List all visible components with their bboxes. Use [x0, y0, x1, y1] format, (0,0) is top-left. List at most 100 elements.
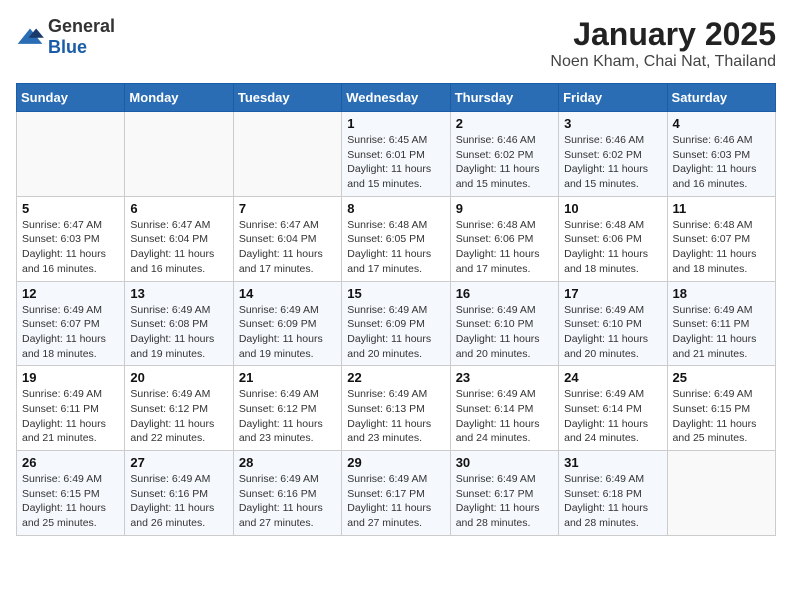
day-number: 17 [564, 286, 661, 301]
day-info: Sunrise: 6:49 AM Sunset: 6:16 PM Dayligh… [239, 472, 336, 531]
day-info: Sunrise: 6:49 AM Sunset: 6:18 PM Dayligh… [564, 472, 661, 531]
calendar-week-row: 1 Sunrise: 6:45 AM Sunset: 6:01 PM Daylig… [17, 112, 776, 197]
day-info: Sunrise: 6:49 AM Sunset: 6:12 PM Dayligh… [130, 387, 227, 446]
calendar-cell: 9 Sunrise: 6:48 AM Sunset: 6:06 PM Daylig… [450, 196, 558, 281]
calendar-cell: 11 Sunrise: 6:48 AM Sunset: 6:07 PM Dayli… [667, 196, 775, 281]
calendar-week-row: 26 Sunrise: 6:49 AM Sunset: 6:15 PM Dayli… [17, 451, 776, 536]
calendar-cell: 30 Sunrise: 6:49 AM Sunset: 6:17 PM Dayli… [450, 451, 558, 536]
logo: General Blue [16, 16, 115, 58]
day-info: Sunrise: 6:48 AM Sunset: 6:07 PM Dayligh… [673, 218, 770, 277]
calendar-cell: 22Sunrise: 6:49 AM Sunset: 6:13 PM Dayli… [342, 366, 450, 451]
day-info: Sunrise: 6:46 AM Sunset: 6:02 PM Dayligh… [456, 133, 553, 192]
calendar-cell: 21 Sunrise: 6:49 AM Sunset: 6:12 PM Dayli… [233, 366, 341, 451]
day-info: Sunrise: 6:48 AM Sunset: 6:05 PM Dayligh… [347, 218, 444, 277]
day-number: 4 [673, 116, 770, 131]
day-info: Sunrise: 6:48 AM Sunset: 6:06 PM Dayligh… [564, 218, 661, 277]
calendar-cell: 24Sunrise: 6:49 AM Sunset: 6:14 PM Dayli… [559, 366, 667, 451]
calendar-cell: 12Sunrise: 6:49 AM Sunset: 6:07 PM Dayli… [17, 281, 125, 366]
day-number: 2 [456, 116, 553, 131]
day-number: 12 [22, 286, 119, 301]
day-info: Sunrise: 6:47 AM Sunset: 6:04 PM Dayligh… [239, 218, 336, 277]
day-info: Sunrise: 6:49 AM Sunset: 6:12 PM Dayligh… [239, 387, 336, 446]
day-number: 30 [456, 455, 553, 470]
weekday-header-saturday: Saturday [667, 84, 775, 112]
calendar-cell [17, 112, 125, 197]
weekday-header-monday: Monday [125, 84, 233, 112]
day-number: 19 [22, 370, 119, 385]
page-header: General Blue January 2025 Noen Kham, Cha… [16, 16, 776, 71]
logo-icon [16, 27, 44, 47]
weekday-header-tuesday: Tuesday [233, 84, 341, 112]
calendar-cell: 1 Sunrise: 6:45 AM Sunset: 6:01 PM Daylig… [342, 112, 450, 197]
day-number: 9 [456, 201, 553, 216]
day-number: 29 [347, 455, 444, 470]
calendar-cell: 19Sunrise: 6:49 AM Sunset: 6:11 PM Dayli… [17, 366, 125, 451]
page-title: January 2025 [550, 16, 776, 53]
calendar-cell: 17Sunrise: 6:49 AM Sunset: 6:10 PM Dayli… [559, 281, 667, 366]
calendar-week-row: 12Sunrise: 6:49 AM Sunset: 6:07 PM Dayli… [17, 281, 776, 366]
calendar-cell: 4Sunrise: 6:46 AM Sunset: 6:03 PM Daylig… [667, 112, 775, 197]
logo-general: General [48, 16, 115, 36]
calendar-header: SundayMondayTuesdayWednesdayThursdayFrid… [17, 84, 776, 112]
day-number: 5 [22, 201, 119, 216]
calendar-week-row: 19Sunrise: 6:49 AM Sunset: 6:11 PM Dayli… [17, 366, 776, 451]
day-info: Sunrise: 6:49 AM Sunset: 6:15 PM Dayligh… [673, 387, 770, 446]
day-number: 24 [564, 370, 661, 385]
day-info: Sunrise: 6:49 AM Sunset: 6:15 PM Dayligh… [22, 472, 119, 531]
day-number: 11 [673, 201, 770, 216]
day-number: 26 [22, 455, 119, 470]
day-info: Sunrise: 6:49 AM Sunset: 6:08 PM Dayligh… [130, 303, 227, 362]
weekday-header-thursday: Thursday [450, 84, 558, 112]
calendar-cell: 26 Sunrise: 6:49 AM Sunset: 6:15 PM Dayli… [17, 451, 125, 536]
calendar-cell: 13Sunrise: 6:49 AM Sunset: 6:08 PM Dayli… [125, 281, 233, 366]
day-info: Sunrise: 6:49 AM Sunset: 6:10 PM Dayligh… [456, 303, 553, 362]
calendar-body: 1 Sunrise: 6:45 AM Sunset: 6:01 PM Daylig… [17, 112, 776, 536]
day-info: Sunrise: 6:49 AM Sunset: 6:17 PM Dayligh… [456, 472, 553, 531]
calendar-cell: 23Sunrise: 6:49 AM Sunset: 6:14 PM Dayli… [450, 366, 558, 451]
day-info: Sunrise: 6:48 AM Sunset: 6:06 PM Dayligh… [456, 218, 553, 277]
day-number: 25 [673, 370, 770, 385]
calendar-cell: 8 Sunrise: 6:48 AM Sunset: 6:05 PM Daylig… [342, 196, 450, 281]
day-number: 23 [456, 370, 553, 385]
logo-blue: Blue [48, 37, 87, 57]
calendar-cell [233, 112, 341, 197]
day-info: Sunrise: 6:45 AM Sunset: 6:01 PM Dayligh… [347, 133, 444, 192]
calendar-cell: 31 Sunrise: 6:49 AM Sunset: 6:18 PM Dayli… [559, 451, 667, 536]
weekday-header-sunday: Sunday [17, 84, 125, 112]
calendar-cell: 6Sunrise: 6:47 AM Sunset: 6:04 PM Daylig… [125, 196, 233, 281]
calendar-cell: 15Sunrise: 6:49 AM Sunset: 6:09 PM Dayli… [342, 281, 450, 366]
calendar-cell [667, 451, 775, 536]
calendar-cell: 25 Sunrise: 6:49 AM Sunset: 6:15 PM Dayli… [667, 366, 775, 451]
title-block: January 2025 Noen Kham, Chai Nat, Thaila… [550, 16, 776, 71]
calendar-cell: 7Sunrise: 6:47 AM Sunset: 6:04 PM Daylig… [233, 196, 341, 281]
day-number: 21 [239, 370, 336, 385]
day-number: 15 [347, 286, 444, 301]
day-number: 31 [564, 455, 661, 470]
day-number: 10 [564, 201, 661, 216]
day-info: Sunrise: 6:49 AM Sunset: 6:11 PM Dayligh… [673, 303, 770, 362]
weekday-header-wednesday: Wednesday [342, 84, 450, 112]
day-number: 27 [130, 455, 227, 470]
calendar-cell: 28 Sunrise: 6:49 AM Sunset: 6:16 PM Dayli… [233, 451, 341, 536]
day-info: Sunrise: 6:49 AM Sunset: 6:16 PM Dayligh… [130, 472, 227, 531]
calendar-cell: 20Sunrise: 6:49 AM Sunset: 6:12 PM Dayli… [125, 366, 233, 451]
day-number: 28 [239, 455, 336, 470]
calendar-cell: 16 Sunrise: 6:49 AM Sunset: 6:10 PM Dayli… [450, 281, 558, 366]
day-number: 3 [564, 116, 661, 131]
day-number: 14 [239, 286, 336, 301]
day-number: 16 [456, 286, 553, 301]
calendar-cell [125, 112, 233, 197]
day-number: 1 [347, 116, 444, 131]
day-number: 8 [347, 201, 444, 216]
day-number: 18 [673, 286, 770, 301]
page-subtitle: Noen Kham, Chai Nat, Thailand [550, 53, 776, 71]
calendar-cell: 3 Sunrise: 6:46 AM Sunset: 6:02 PM Daylig… [559, 112, 667, 197]
calendar-cell: 27 Sunrise: 6:49 AM Sunset: 6:16 PM Dayli… [125, 451, 233, 536]
day-info: Sunrise: 6:47 AM Sunset: 6:03 PM Dayligh… [22, 218, 119, 277]
day-info: Sunrise: 6:49 AM Sunset: 6:13 PM Dayligh… [347, 387, 444, 446]
calendar-cell: 29Sunrise: 6:49 AM Sunset: 6:17 PM Dayli… [342, 451, 450, 536]
day-info: Sunrise: 6:46 AM Sunset: 6:02 PM Dayligh… [564, 133, 661, 192]
calendar-cell: 5 Sunrise: 6:47 AM Sunset: 6:03 PM Daylig… [17, 196, 125, 281]
calendar-cell: 18 Sunrise: 6:49 AM Sunset: 6:11 PM Dayli… [667, 281, 775, 366]
calendar-cell: 2 Sunrise: 6:46 AM Sunset: 6:02 PM Daylig… [450, 112, 558, 197]
